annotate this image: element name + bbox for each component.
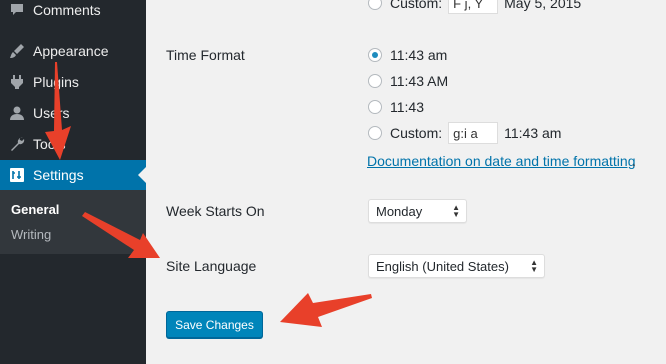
settings-icon <box>9 167 25 183</box>
sidebar-item-users[interactable]: Users <box>0 98 146 128</box>
sidebar-item-tools[interactable]: Tools <box>0 129 146 159</box>
appearance-icon <box>9 43 25 59</box>
time-format-radio[interactable] <box>368 100 382 114</box>
select-arrows-icon: ▲ ▼ <box>452 203 460 219</box>
date-format-custom-preview: May 5, 2015 <box>504 0 582 11</box>
settings-main: Custom: May 5, 2015 Time Format 11:43 am… <box>146 0 666 364</box>
submenu-item-general[interactable]: General <box>11 202 59 217</box>
users-icon <box>9 105 25 121</box>
date-format-custom-row: Custom: May 5, 2015 <box>368 0 581 14</box>
active-indicator <box>138 167 146 183</box>
admin-sidebar: Comments Appearance Plugins Users Tools <box>0 0 146 364</box>
time-format-option[interactable]: 11:43 am <box>368 47 447 63</box>
tools-icon <box>9 136 25 152</box>
sidebar-item-label: Plugins <box>33 74 79 90</box>
sidebar-item-comments[interactable]: Comments <box>0 0 146 25</box>
time-format-option-label: 11:43 am <box>390 47 448 63</box>
comments-icon <box>9 2 25 18</box>
time-format-custom-radio[interactable] <box>368 126 382 140</box>
date-format-custom-label: Custom: <box>390 0 443 11</box>
time-format-option[interactable]: 11:43 <box>368 99 424 115</box>
sidebar-item-plugins[interactable]: Plugins <box>0 67 146 97</box>
save-changes-button[interactable]: Save Changes <box>166 311 263 338</box>
date-time-doc-link[interactable]: Documentation on date and time formattin… <box>367 153 636 169</box>
sidebar-item-settings[interactable]: Settings <box>0 160 146 190</box>
week-starts-on-value: Monday <box>376 203 423 219</box>
select-arrows-icon: ▲ ▼ <box>530 258 538 274</box>
site-language-label: Site Language <box>166 258 257 274</box>
time-format-custom-preview: 11:43 am <box>504 125 562 141</box>
wp-settings-screen: Comments Appearance Plugins Users Tools <box>0 0 666 364</box>
sidebar-item-label: Users <box>33 105 70 121</box>
time-format-radio[interactable] <box>368 48 382 62</box>
time-format-radio[interactable] <box>368 74 382 88</box>
sidebar-item-label: Comments <box>33 2 101 18</box>
sidebar-item-appearance[interactable]: Appearance <box>0 36 146 66</box>
sidebar-item-label: Settings <box>33 167 84 183</box>
plugins-icon <box>9 74 25 90</box>
time-format-custom-input[interactable] <box>448 122 499 144</box>
time-format-label: Time Format <box>166 47 245 63</box>
time-format-option[interactable]: 11:43 AM <box>368 73 448 89</box>
submenu-item-writing[interactable]: Writing <box>11 227 51 242</box>
settings-submenu: General Writing <box>0 190 146 254</box>
week-starts-on-label: Week Starts On <box>166 203 265 219</box>
sidebar-item-label: Appearance <box>33 43 109 59</box>
week-starts-on-select[interactable]: Monday ▲ ▼ <box>368 199 467 223</box>
time-format-option-label: 11:43 AM <box>390 73 449 89</box>
time-format-custom-row: Custom: 11:43 am <box>368 122 561 144</box>
sidebar-item-label: Tools <box>33 136 66 152</box>
doc-link-period: . <box>632 153 636 169</box>
date-format-custom-input[interactable] <box>448 0 499 14</box>
time-format-option-label: 11:43 <box>390 99 424 115</box>
time-format-custom-label: Custom: <box>390 125 443 141</box>
site-language-select[interactable]: English (United States) ▲ ▼ <box>368 254 545 278</box>
date-format-custom-radio[interactable] <box>368 0 382 10</box>
site-language-value: English (United States) <box>376 258 509 274</box>
